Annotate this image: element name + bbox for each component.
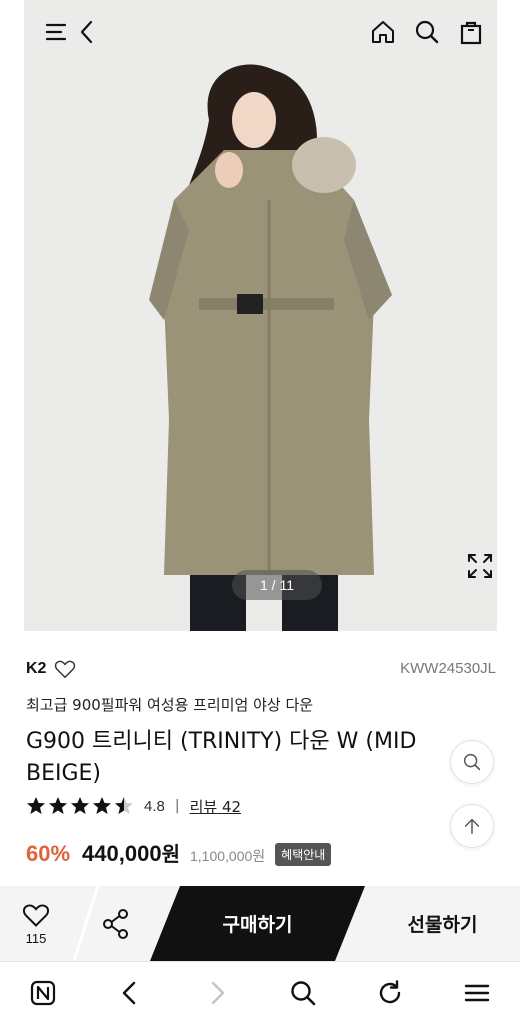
rating-row: 4.8 | 리뷰 42 bbox=[26, 793, 241, 819]
brand-name[interactable]: K2 bbox=[26, 660, 46, 678]
arrow-up-icon bbox=[464, 818, 480, 835]
rating-value: 4.8 bbox=[144, 797, 165, 815]
brand-like-icon[interactable] bbox=[54, 658, 76, 680]
purchase-bar: 115 구매하기 선물하기 bbox=[0, 886, 520, 961]
product-photo bbox=[24, 0, 497, 631]
star-icon bbox=[49, 797, 67, 814]
review-link[interactable]: 리뷰 42 bbox=[190, 796, 241, 817]
rating-separator: | bbox=[174, 798, 180, 814]
cart-icon[interactable] bbox=[454, 15, 488, 49]
product-subtitle: 최고급 900필파워 여성용 프리미엄 야상 다운 bbox=[26, 696, 314, 714]
gift-button[interactable]: 선물하기 bbox=[365, 886, 520, 961]
sale-price: 440,000원 bbox=[82, 838, 180, 867]
menu-icon[interactable] bbox=[40, 15, 74, 49]
floating-search-button[interactable] bbox=[450, 740, 494, 784]
sale-price-value: 440,000 bbox=[82, 841, 162, 866]
naver-home-icon[interactable] bbox=[26, 976, 60, 1010]
image-pager: 1 / 11 bbox=[232, 570, 322, 600]
heart-icon bbox=[22, 904, 50, 927]
star-icon bbox=[27, 797, 45, 814]
scroll-top-button[interactable] bbox=[450, 804, 494, 848]
top-navigation bbox=[0, 0, 520, 66]
product-image[interactable] bbox=[24, 0, 497, 631]
brand-row: K2 KWW24530JL bbox=[26, 656, 496, 686]
like-button[interactable]: 115 bbox=[0, 886, 72, 961]
star-icon bbox=[93, 797, 111, 814]
rating-stars bbox=[26, 796, 136, 816]
price-row: 60% 440,000원 1,100,000원 혜택안내 bbox=[26, 838, 332, 870]
like-count: 115 bbox=[25, 931, 47, 946]
buy-button[interactable]: 구매하기 bbox=[150, 886, 365, 961]
refresh-icon[interactable] bbox=[373, 976, 407, 1010]
share-icon[interactable] bbox=[96, 904, 136, 944]
search-icon[interactable] bbox=[410, 15, 444, 49]
home-icon[interactable] bbox=[366, 15, 400, 49]
browser-search-icon[interactable] bbox=[286, 976, 320, 1010]
browser-menu-icon[interactable] bbox=[460, 976, 494, 1010]
benefit-info-button[interactable]: 혜택안내 bbox=[275, 843, 332, 866]
browser-back-icon[interactable] bbox=[113, 976, 147, 1010]
product-code: KWW24530JL bbox=[400, 660, 496, 677]
search-icon bbox=[463, 753, 481, 771]
back-icon[interactable] bbox=[70, 15, 104, 49]
star-icon bbox=[71, 797, 89, 814]
original-price: 1,100,000원 bbox=[189, 848, 266, 864]
currency-label: 원 bbox=[161, 844, 180, 866]
browser-navbar bbox=[0, 961, 520, 1024]
discount-rate: 60% bbox=[26, 841, 71, 866]
browser-forward-icon[interactable] bbox=[200, 976, 234, 1010]
product-title: G900 트리니티 (TRINITY) 다운 W (MID BEIGE) bbox=[26, 729, 417, 786]
star-icon bbox=[115, 797, 133, 814]
expand-icon[interactable] bbox=[466, 552, 494, 580]
